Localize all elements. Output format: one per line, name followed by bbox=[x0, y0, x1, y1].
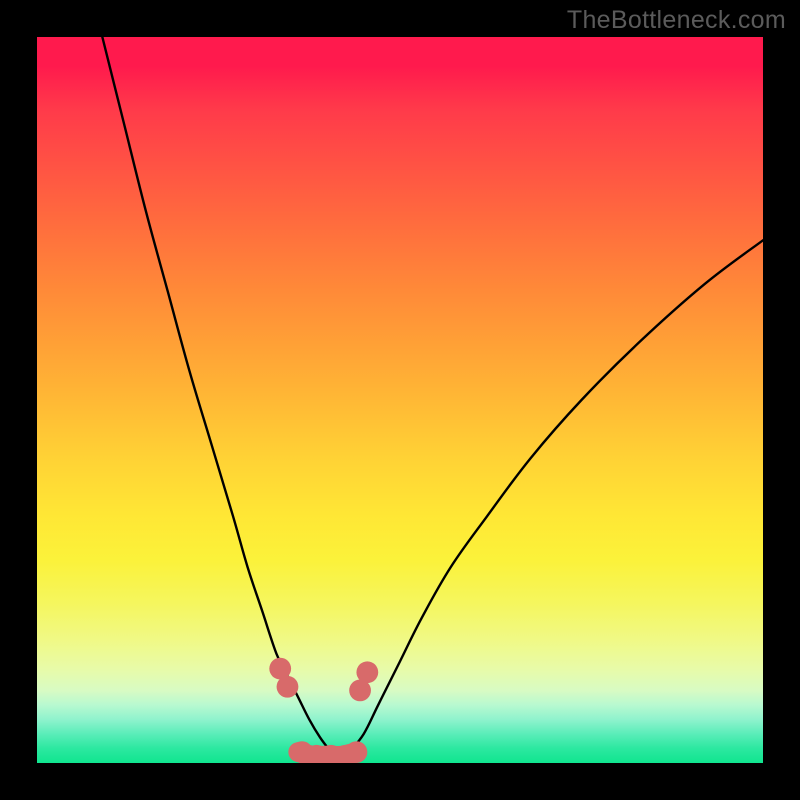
left-curve bbox=[102, 37, 331, 752]
data-marker bbox=[356, 661, 378, 683]
curves-svg bbox=[37, 37, 763, 763]
right-curve bbox=[349, 240, 763, 752]
plot-area bbox=[37, 37, 763, 763]
watermark-text: TheBottleneck.com bbox=[567, 6, 786, 35]
data-marker bbox=[346, 741, 368, 763]
chart-frame: TheBottleneck.com bbox=[0, 0, 800, 800]
data-marker bbox=[277, 676, 299, 698]
